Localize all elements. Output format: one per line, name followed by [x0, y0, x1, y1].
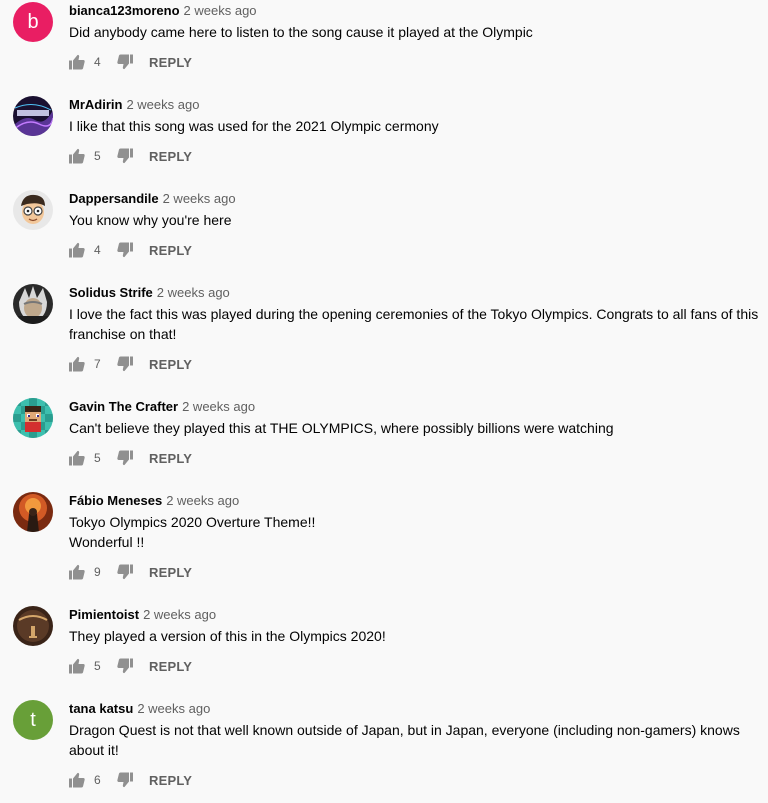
avatar-letter: t	[30, 708, 36, 731]
comment-header: Dappersandile 2 weeks ago	[69, 190, 236, 208]
comment-text: I love the fact this was played during t…	[69, 306, 759, 342]
avatar[interactable]	[13, 398, 53, 438]
comment-actions: 7 REPLY	[69, 354, 192, 374]
like-count: 5	[94, 451, 101, 465]
reply-button[interactable]: REPLY	[149, 565, 192, 580]
comment-text: Can't believe they played this at THE OL…	[69, 420, 614, 436]
comment-text: I like that this song was used for the 2…	[69, 118, 439, 134]
author-name[interactable]: Gavin The Crafter	[69, 399, 178, 414]
comment-actions: 4 REPLY	[69, 240, 192, 260]
like-count: 7	[94, 357, 101, 371]
like-icon[interactable]	[69, 356, 85, 372]
comment-header: MrAdirin 2 weeks ago	[69, 96, 199, 114]
avatar[interactable]	[13, 284, 53, 324]
dislike-icon[interactable]	[117, 356, 133, 372]
reply-button[interactable]: REPLY	[149, 659, 192, 674]
like-icon[interactable]	[69, 148, 85, 164]
like-count: 9	[94, 565, 101, 579]
author-name[interactable]: Solidus Strife	[69, 285, 153, 300]
author-name[interactable]: bianca123moreno	[69, 3, 180, 18]
author-name[interactable]: Pimientoist	[69, 607, 139, 622]
like-icon[interactable]	[69, 450, 85, 466]
comment-header: Pimientoist 2 weeks ago	[69, 606, 216, 624]
comment-actions: 5 REPLY	[69, 146, 192, 166]
avatar[interactable]: b	[13, 2, 53, 42]
like-icon[interactable]	[69, 658, 85, 674]
like-count: 6	[94, 773, 101, 787]
like-count: 4	[94, 55, 101, 69]
comment-text: Dragon Quest is not that well known outs…	[69, 722, 740, 758]
dislike-icon[interactable]	[117, 564, 133, 580]
avatar[interactable]	[13, 96, 53, 136]
comment-header: tana katsu 2 weeks ago	[69, 700, 210, 718]
reply-button[interactable]: REPLY	[149, 149, 192, 164]
reply-button[interactable]: REPLY	[149, 773, 192, 788]
timestamp[interactable]: 2 weeks ago	[182, 399, 255, 414]
timestamp[interactable]: 2 weeks ago	[137, 701, 210, 716]
reply-button[interactable]: REPLY	[149, 55, 192, 70]
comment-header: Gavin The Crafter 2 weeks ago	[69, 398, 255, 416]
reply-button[interactable]: REPLY	[149, 243, 192, 258]
like-count: 5	[94, 149, 101, 163]
comment-actions: 4 REPLY	[69, 52, 192, 72]
comment-text-line: Wonderful !!	[69, 534, 145, 550]
comment-text-line: Tokyo Olympics 2020 Overture Theme!!	[69, 514, 316, 530]
avatar-letter: b	[27, 10, 39, 33]
comment-actions: 9 REPLY	[69, 562, 192, 582]
reply-button[interactable]: REPLY	[149, 357, 192, 372]
timestamp[interactable]: 2 weeks ago	[143, 607, 216, 622]
author-name[interactable]: tana katsu	[69, 701, 133, 716]
avatar[interactable]	[13, 492, 53, 532]
timestamp[interactable]: 2 weeks ago	[184, 3, 257, 18]
comment-actions: 6 REPLY	[69, 770, 192, 790]
dislike-icon[interactable]	[117, 148, 133, 164]
comment-actions: 5 REPLY	[69, 656, 192, 676]
reply-button[interactable]: REPLY	[149, 451, 192, 466]
comment-text: Tokyo Olympics 2020 Overture Theme!! Won…	[69, 512, 761, 552]
like-icon[interactable]	[69, 772, 85, 788]
avatar[interactable]: t	[13, 700, 53, 740]
like-icon[interactable]	[69, 54, 85, 70]
author-name[interactable]: MrAdirin	[69, 97, 122, 112]
comment-text: You know why you're here	[69, 212, 232, 228]
comment-actions: 5 REPLY	[69, 448, 192, 468]
comment-header: bianca123moreno 2 weeks ago	[69, 2, 257, 20]
author-name[interactable]: Dappersandile	[69, 191, 159, 206]
dislike-icon[interactable]	[117, 772, 133, 788]
comment-text: They played a version of this in the Oly…	[69, 628, 386, 644]
dislike-icon[interactable]	[117, 54, 133, 70]
timestamp[interactable]: 2 weeks ago	[157, 285, 230, 300]
timestamp[interactable]: 2 weeks ago	[163, 191, 236, 206]
avatar[interactable]	[13, 606, 53, 646]
dislike-icon[interactable]	[117, 658, 133, 674]
like-icon[interactable]	[69, 242, 85, 258]
like-icon[interactable]	[69, 564, 85, 580]
comment-text: Did anybody came here to listen to the s…	[69, 24, 533, 40]
like-count: 4	[94, 243, 101, 257]
timestamp[interactable]: 2 weeks ago	[126, 97, 199, 112]
comment-header: Solidus Strife 2 weeks ago	[69, 284, 230, 302]
dislike-icon[interactable]	[117, 450, 133, 466]
avatar[interactable]	[13, 190, 53, 230]
like-count: 5	[94, 659, 101, 673]
comment-header: Fábio Meneses 2 weeks ago	[69, 492, 239, 510]
timestamp[interactable]: 2 weeks ago	[166, 493, 239, 508]
author-name[interactable]: Fábio Meneses	[69, 493, 162, 508]
dislike-icon[interactable]	[117, 242, 133, 258]
